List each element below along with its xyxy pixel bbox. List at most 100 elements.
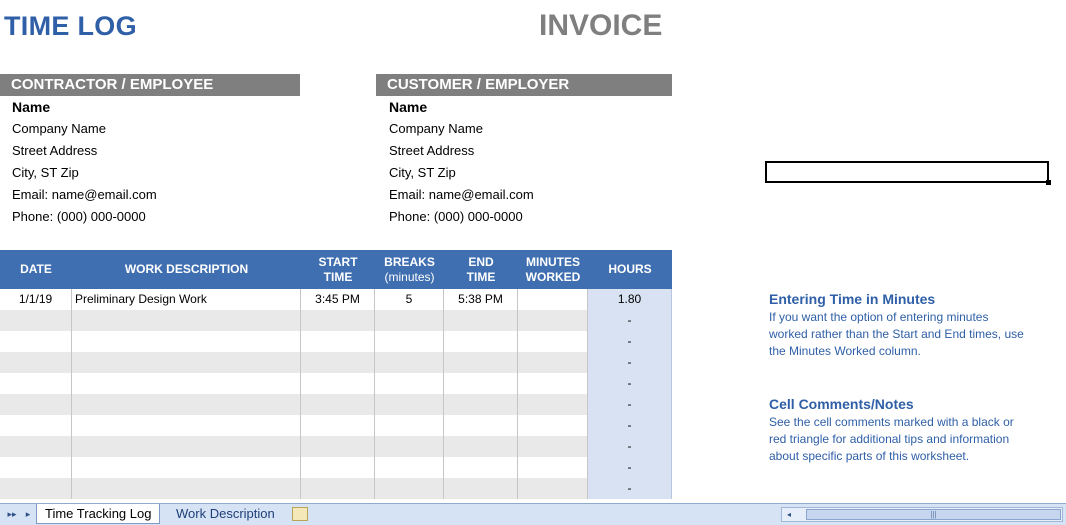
note-comments-body[interactable]: See the cell comments marked with a blac…	[769, 414, 1059, 465]
customer-city[interactable]: City, ST Zip	[389, 162, 534, 184]
cell-date[interactable]	[0, 436, 72, 457]
cell-end[interactable]	[444, 373, 518, 394]
cell-date[interactable]	[0, 415, 72, 436]
cell-end[interactable]	[444, 478, 518, 499]
customer-company[interactable]: Company Name	[389, 118, 534, 140]
cell-hours[interactable]: 1.80	[588, 289, 672, 310]
insert-sheet-icon[interactable]	[292, 507, 308, 521]
cell-end[interactable]: 5:38 PM	[444, 289, 518, 310]
cell-minutes[interactable]	[518, 436, 588, 457]
col-header-description[interactable]: WORK DESCRIPTION	[72, 250, 301, 289]
cell-breaks[interactable]	[375, 415, 444, 436]
contractor-heading[interactable]: CONTRACTOR / EMPLOYEE	[0, 74, 300, 96]
contractor-city[interactable]: City, ST Zip	[12, 162, 157, 184]
cell-start[interactable]	[301, 373, 375, 394]
cell-breaks[interactable]	[375, 310, 444, 331]
cell-hours[interactable]: -	[588, 331, 672, 352]
cell-start[interactable]	[301, 394, 375, 415]
contractor-street[interactable]: Street Address	[12, 140, 157, 162]
cell-date[interactable]	[0, 331, 72, 352]
cell-end[interactable]	[444, 415, 518, 436]
cell-minutes[interactable]	[518, 478, 588, 499]
cell-minutes[interactable]	[518, 352, 588, 373]
cell-end[interactable]	[444, 331, 518, 352]
cell-hours[interactable]: -	[588, 373, 672, 394]
cell-minutes[interactable]	[518, 310, 588, 331]
cell-start[interactable]	[301, 457, 375, 478]
cell-date[interactable]	[0, 310, 72, 331]
first-sheet-button[interactable]: ▸▸	[6, 508, 18, 520]
cell-desc[interactable]	[72, 352, 301, 373]
cell-desc[interactable]	[72, 457, 301, 478]
cell-start[interactable]	[301, 478, 375, 499]
cell-start[interactable]	[301, 331, 375, 352]
cell-desc[interactable]	[72, 373, 301, 394]
contractor-email[interactable]: Email: name@email.com	[12, 184, 157, 206]
cell-start[interactable]	[301, 436, 375, 457]
scroll-left-icon[interactable]: ◂	[784, 509, 794, 520]
tab-time-tracking-log[interactable]: Time Tracking Log	[36, 504, 161, 524]
cell-desc[interactable]	[72, 394, 301, 415]
cell-end[interactable]	[444, 310, 518, 331]
cell-date[interactable]	[0, 394, 72, 415]
cell-breaks[interactable]	[375, 352, 444, 373]
customer-street[interactable]: Street Address	[389, 140, 534, 162]
contractor-name[interactable]: Name	[12, 96, 157, 118]
cell-desc[interactable]: Preliminary Design Work	[72, 289, 301, 310]
cell-hours[interactable]: -	[588, 394, 672, 415]
cell-date[interactable]	[0, 352, 72, 373]
cell-desc[interactable]	[72, 436, 301, 457]
customer-name[interactable]: Name	[389, 96, 534, 118]
cell-hours[interactable]: -	[588, 478, 672, 499]
cell-desc[interactable]	[72, 478, 301, 499]
cell-breaks[interactable]	[375, 457, 444, 478]
cell-breaks[interactable]	[375, 394, 444, 415]
cell-breaks[interactable]	[375, 436, 444, 457]
note-comments-title[interactable]: Cell Comments/Notes	[769, 396, 1059, 412]
customer-email[interactable]: Email: name@email.com	[389, 184, 534, 206]
cell-start[interactable]	[301, 352, 375, 373]
contractor-company[interactable]: Company Name	[12, 118, 157, 140]
customer-phone[interactable]: Phone: (000) 000-0000	[389, 206, 534, 228]
cell-breaks[interactable]	[375, 373, 444, 394]
cell-minutes[interactable]	[518, 415, 588, 436]
cell-minutes[interactable]	[518, 289, 588, 310]
cell-hours[interactable]: -	[588, 436, 672, 457]
cell-end[interactable]	[444, 436, 518, 457]
cell-minutes[interactable]	[518, 373, 588, 394]
cell-date[interactable]: 1/1/19	[0, 289, 72, 310]
tab-work-description[interactable]: Work Description	[168, 504, 283, 524]
cell-start[interactable]	[301, 415, 375, 436]
cell-end[interactable]	[444, 352, 518, 373]
cell-end[interactable]	[444, 457, 518, 478]
col-header-breaks[interactable]: BREAKS (minutes)	[375, 250, 444, 289]
cell-hours[interactable]: -	[588, 415, 672, 436]
cell-hours[interactable]: -	[588, 457, 672, 478]
cell-date[interactable]	[0, 373, 72, 394]
col-header-date[interactable]: DATE	[0, 250, 72, 289]
fill-handle[interactable]	[1046, 180, 1051, 185]
cell-date[interactable]	[0, 457, 72, 478]
selected-cell[interactable]	[765, 161, 1049, 183]
note-minutes-title[interactable]: Entering Time in Minutes	[769, 291, 1059, 307]
col-header-hours[interactable]: HOURS	[588, 250, 672, 289]
prev-sheet-button[interactable]: ▸	[22, 508, 34, 520]
cell-date[interactable]	[0, 478, 72, 499]
cell-breaks[interactable]	[375, 331, 444, 352]
scroll-thumb[interactable]: |||	[806, 509, 1061, 520]
cell-minutes[interactable]	[518, 457, 588, 478]
cell-desc[interactable]	[72, 415, 301, 436]
cell-breaks[interactable]	[375, 478, 444, 499]
col-header-minutes[interactable]: MINUTES WORKED	[518, 250, 588, 289]
cell-hours[interactable]: -	[588, 310, 672, 331]
customer-heading[interactable]: CUSTOMER / EMPLOYER	[376, 74, 672, 96]
cell-start[interactable]: 3:45 PM	[301, 289, 375, 310]
col-header-end[interactable]: END TIME	[444, 250, 518, 289]
cell-start[interactable]	[301, 310, 375, 331]
cell-minutes[interactable]	[518, 331, 588, 352]
cell-hours[interactable]: -	[588, 352, 672, 373]
cell-end[interactable]	[444, 394, 518, 415]
cell-minutes[interactable]	[518, 394, 588, 415]
horizontal-scrollbar[interactable]: ◂ |||	[781, 507, 1063, 522]
cell-breaks[interactable]: 5	[375, 289, 444, 310]
